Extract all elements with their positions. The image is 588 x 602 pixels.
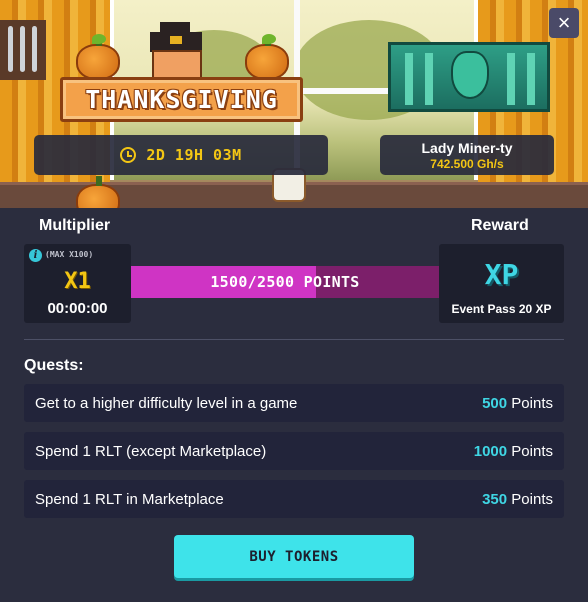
event-timer: 2D 19H 03M <box>34 135 328 175</box>
pumpkin-icon <box>76 176 120 208</box>
pilgrim-hat-icon <box>150 22 202 52</box>
event-title: THANKSGIVING <box>85 85 278 114</box>
buy-tokens-button[interactable]: BUY TOKENS <box>174 535 414 578</box>
multiplier-time: 00:00:00 <box>47 300 108 317</box>
multiplier-card: i (MAX X100) X1 00:00:00 <box>24 244 131 323</box>
quest-name: Spend 1 RLT (except Marketplace) <box>35 442 267 460</box>
miner-info: Lady Miner-ty 742.500 Gh/s <box>380 135 554 175</box>
close-button[interactable]: × <box>549 8 579 38</box>
quest-name: Get to a higher difficulty level in a ga… <box>35 394 298 412</box>
divider <box>24 339 564 340</box>
multiplier-max: (MAX X100) <box>45 250 94 259</box>
quest-points: 1000 Points <box>473 442 553 460</box>
multiplier-value: X1 <box>64 269 91 294</box>
utensil-rack <box>0 20 46 80</box>
points-progress-bar: 1500/2500 POINTS <box>131 266 439 298</box>
reward-card: XP Event Pass 20 XP <box>439 244 564 323</box>
quest-row: Spend 1 RLT (except Marketplace) 1000 Po… <box>24 432 564 470</box>
reward-label: Reward <box>471 217 529 234</box>
xp-icon: XP <box>484 258 519 291</box>
quest-row: Get to a higher difficulty level in a ga… <box>24 384 564 422</box>
quests-label: Quests: <box>24 357 84 374</box>
miner-name: Lady Miner-ty <box>421 139 513 156</box>
quest-points: 350 Points <box>482 490 553 508</box>
event-title-plate: THANKSGIVING <box>60 77 303 122</box>
buy-tokens-label: BUY TOKENS <box>249 548 339 565</box>
clock-icon <box>120 147 137 163</box>
progress-text: 1500/2500 POINTS <box>210 273 360 291</box>
pumpkin-icon <box>76 36 120 80</box>
multiplier-label: Multiplier <box>39 217 111 234</box>
miner-power: 742.500 Gh/s <box>430 156 504 171</box>
info-icon[interactable]: i <box>29 249 42 262</box>
close-icon: × <box>557 10 571 35</box>
event-banner: THANKSGIVING 2D 19H 03M Lady Miner-ty 74… <box>0 0 588 208</box>
quest-name: Spend 1 RLT in Marketplace <box>35 490 224 508</box>
pumpkin-icon <box>245 36 289 80</box>
quest-row: Spend 1 RLT in Marketplace 350 Points <box>24 480 564 518</box>
miner-liberty-icon <box>388 42 550 112</box>
timer-text: 2D 19H 03M <box>146 146 242 164</box>
quest-points: 500 Points <box>482 394 553 412</box>
reward-name: Event Pass 20 XP <box>451 302 552 316</box>
